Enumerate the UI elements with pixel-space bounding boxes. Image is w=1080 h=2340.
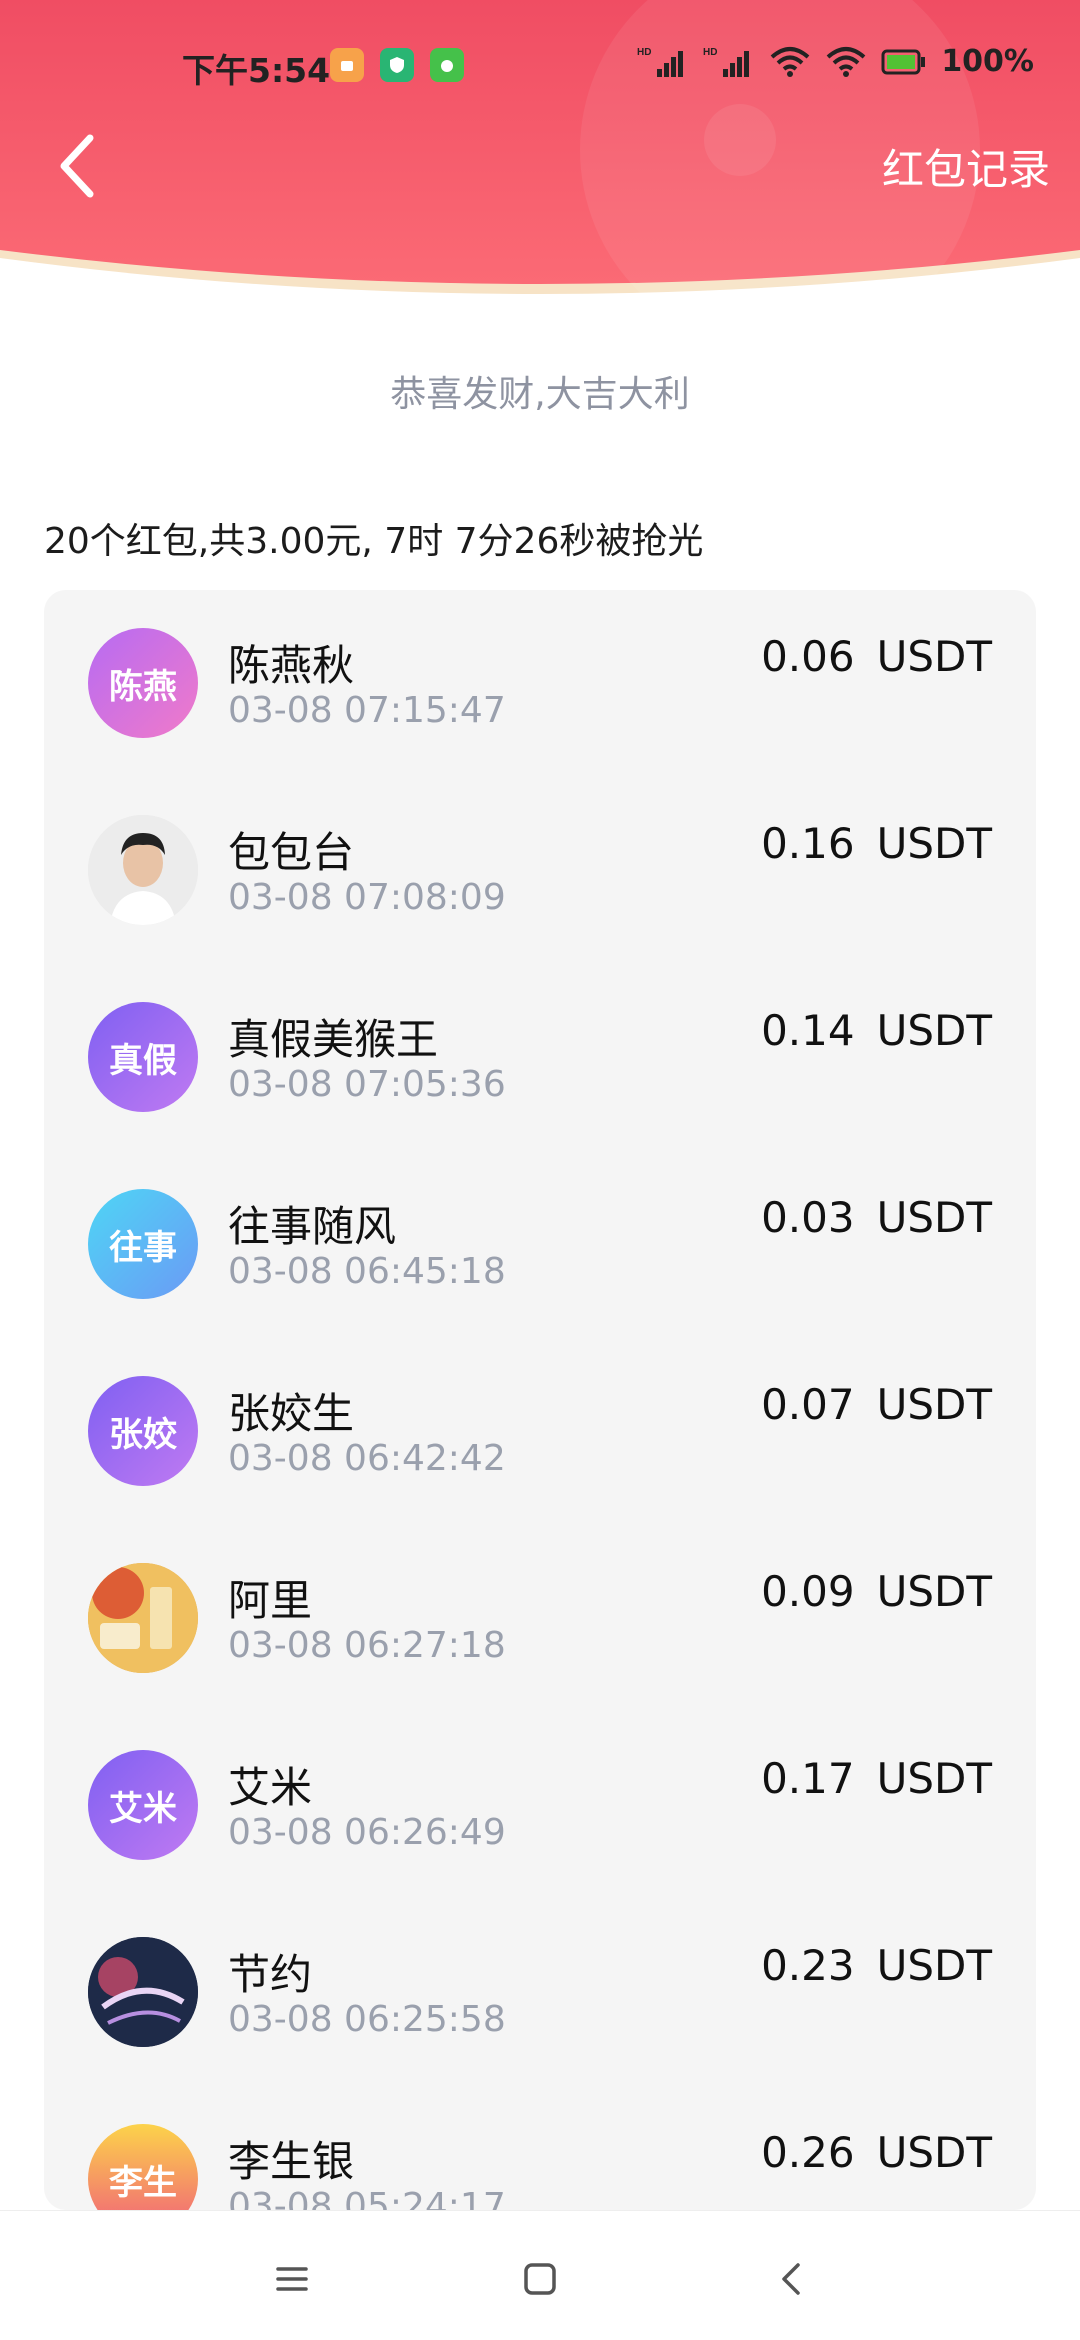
avatar: 艾米 (88, 1750, 198, 1860)
amount: 0.23 USDT (761, 1941, 992, 1990)
battery-percent: 100% (941, 44, 1034, 79)
battery-icon (881, 49, 926, 74)
summary-text: 20个红包,共3.00元, 7时 7分26秒被抢光 (44, 521, 704, 562)
status-bar: 下午5:54 HD HD 100% (0, 0, 1080, 130)
app-notification-icon (330, 48, 364, 82)
grab-time: 03-08 06:27:18 (228, 1625, 506, 1666)
menu-button[interactable] (262, 2249, 322, 2309)
amount: 0.14 USDT (761, 1006, 992, 1055)
grab-time: 03-08 06:45:18 (228, 1251, 506, 1292)
amount: 0.09 USDT (761, 1567, 992, 1616)
recipient-name: 往事随风 (228, 1202, 397, 1251)
wifi-2-icon (826, 46, 866, 77)
avatar-photo (88, 1563, 198, 1673)
amount-value: 0.09 (761, 1567, 855, 1616)
blessing-text: 恭喜发财,大吉大利 (390, 374, 690, 415)
red-packet-record-link[interactable]: 红包记录 (882, 136, 1050, 197)
amount-value: 0.06 (761, 632, 855, 681)
grab-time: 03-08 06:42:42 (228, 1438, 506, 1479)
grab-time: 03-08 05:24:17 (228, 2186, 506, 2210)
list-item[interactable]: 真假 真假美猴王 03-08 07:05:36 0.14 USDT (44, 964, 1036, 1151)
amount-unit: USDT (876, 1754, 992, 1803)
grab-time: 03-08 07:05:36 (228, 1064, 506, 1105)
list-item[interactable]: 往事 往事随风 03-08 06:45:18 0.03 USDT (44, 1151, 1036, 1338)
amount-unit: USDT (876, 819, 992, 868)
svg-text:HD: HD (637, 47, 651, 58)
amount-value: 0.26 (761, 2128, 855, 2177)
recipient-name: 陈燕秋 (228, 641, 355, 690)
recipient-list: 陈燕 陈燕秋 03-08 07:15:47 0.06 USDT 包包台 03-08… (44, 590, 1036, 2210)
avatar: 真假 (88, 1002, 198, 1112)
amount: 0.26 USDT (761, 2128, 992, 2177)
list-item[interactable]: 包包台 03-08 07:08:09 0.16 USDT (44, 777, 1036, 964)
nav-bar: 红包记录 (0, 120, 1080, 220)
avatar-photo (88, 815, 198, 925)
signal-1-icon: HD (637, 47, 684, 77)
amount-value: 0.23 (761, 1941, 855, 1990)
amount-unit: USDT (876, 2128, 992, 2177)
amount: 0.06 USDT (761, 632, 992, 681)
recipient-name: 艾米 (228, 1763, 313, 1812)
amount-unit: USDT (876, 1567, 992, 1616)
amount: 0.03 USDT (761, 1193, 992, 1242)
amount: 0.16 USDT (761, 819, 992, 868)
amount: 0.07 USDT (761, 1380, 992, 1429)
red-packet-detail-page: 下午5:54 HD HD 100% 红包记录 恭喜发财,大吉大利 20个红包,共… (0, 0, 1080, 2340)
recipient-name: 节约 (228, 1950, 313, 1999)
list-item[interactable]: 陈燕 陈燕秋 03-08 07:15:47 0.06 USDT (44, 590, 1036, 777)
chevron-left-icon (782, 2263, 800, 2295)
amount-unit: USDT (876, 1193, 992, 1242)
recipient-name: 李生银 (228, 2137, 355, 2186)
avatar: 李生 (88, 2124, 198, 2210)
list-item[interactable]: 艾米 艾米 03-08 06:26:49 0.17 USDT (44, 1712, 1036, 1899)
chevron-left-icon (60, 134, 94, 198)
avatar: 陈燕 (88, 628, 198, 738)
signal-2-icon: HD (703, 47, 750, 77)
avatar: 往事 (88, 1189, 198, 1299)
wifi-icon (770, 46, 810, 77)
list-item[interactable]: 阿里 03-08 06:27:18 0.09 USDT (44, 1525, 1036, 1712)
amount-value: 0.17 (761, 1754, 855, 1803)
amount-unit: USDT (876, 632, 992, 681)
system-navigation-bar (0, 2210, 1080, 2340)
avatar: 张姣 (88, 1376, 198, 1486)
list-item[interactable]: 节约 03-08 06:25:58 0.23 USDT (44, 1899, 1036, 2086)
header: 下午5:54 HD HD 100% 红包记录 (0, 0, 1080, 320)
amount-value: 0.03 (761, 1193, 855, 1242)
recipient-name: 包包台 (228, 828, 355, 877)
cat-app-icon (430, 48, 464, 82)
svg-text:HD: HD (703, 47, 717, 58)
home-square-icon (524, 2263, 556, 2295)
amount-unit: USDT (876, 1380, 992, 1429)
grab-time: 03-08 06:25:58 (228, 1999, 506, 2040)
amount-unit: USDT (876, 1941, 992, 1990)
amount-value: 0.16 (761, 819, 855, 868)
grab-time: 03-08 06:26:49 (228, 1812, 506, 1853)
list-item[interactable]: 李生 李生银 03-08 05:24:17 0.26 USDT (44, 2086, 1036, 2210)
grab-time: 03-08 07:08:09 (228, 877, 506, 918)
status-indicators: HD HD 100% (637, 44, 1034, 79)
recipient-name: 真假美猴王 (228, 1015, 439, 1064)
home-button[interactable] (510, 2249, 570, 2309)
list-item[interactable]: 张姣 张姣生 03-08 06:42:42 0.07 USDT (44, 1338, 1036, 1525)
recipient-name: 阿里 (228, 1576, 313, 1625)
recipient-name: 张姣生 (228, 1389, 355, 1438)
amount-value: 0.07 (761, 1380, 855, 1429)
system-back-button[interactable] (762, 2249, 822, 2309)
amount-unit: USDT (876, 1006, 992, 1055)
status-time: 下午5:54 (182, 51, 331, 90)
avatar-photo (88, 1937, 198, 2047)
amount-value: 0.14 (761, 1006, 855, 1055)
grab-time: 03-08 07:15:47 (228, 690, 506, 731)
back-button[interactable] (50, 126, 110, 206)
menu-icon (276, 2267, 308, 2291)
shield-app-icon (380, 48, 414, 82)
amount: 0.17 USDT (761, 1754, 992, 1803)
